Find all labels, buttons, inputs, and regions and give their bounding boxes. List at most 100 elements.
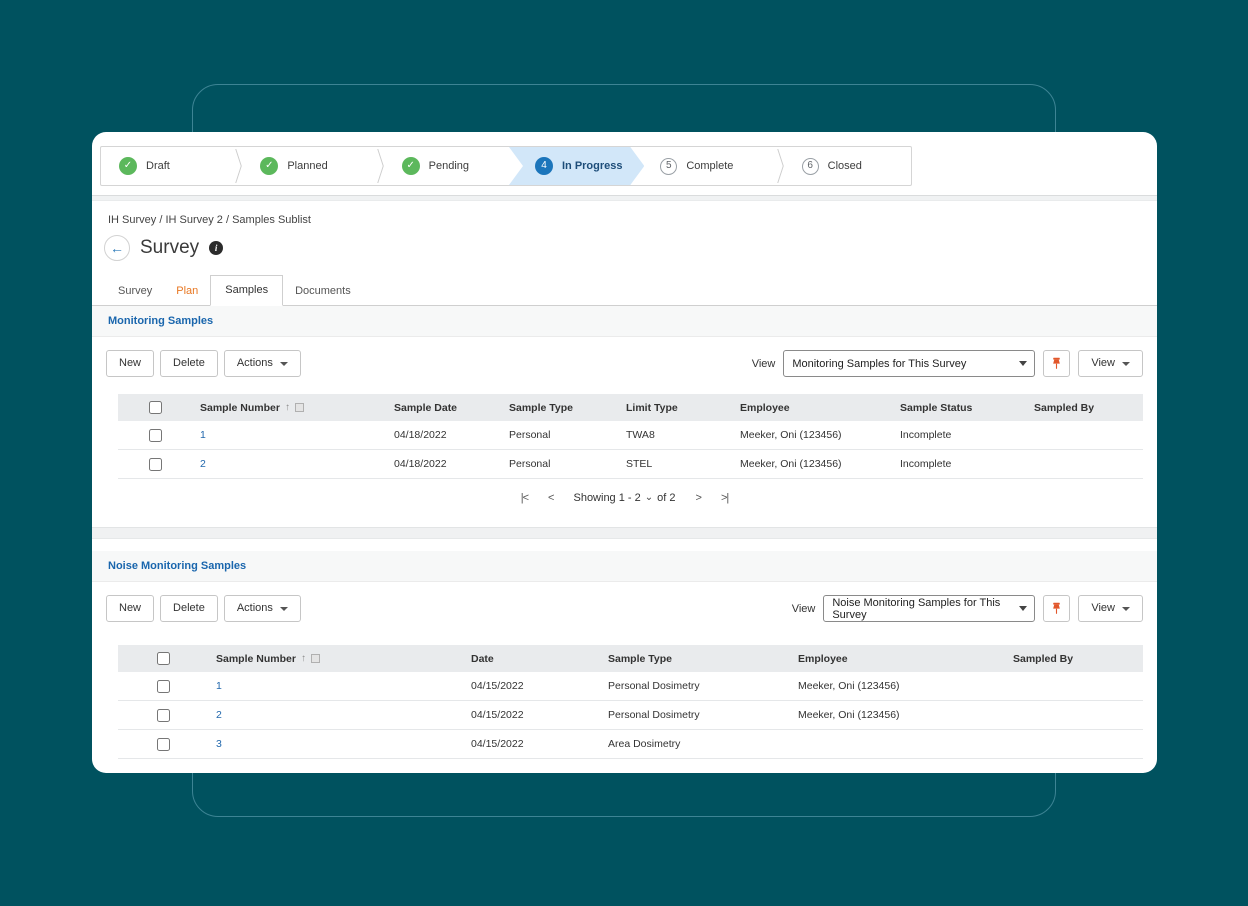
view-menu-label: View: [1091, 357, 1115, 370]
select-all-checkbox[interactable]: [149, 401, 162, 414]
row-checkbox[interactable]: [157, 709, 170, 722]
sort-asc-icon: ↑: [285, 402, 290, 413]
sort-asc-icon: ↑: [301, 653, 306, 664]
step-draft[interactable]: ✓ Draft: [101, 147, 228, 185]
row-checkbox[interactable]: [157, 738, 170, 751]
table-header-row: Sample Number ↑ Date Sample Type Employe…: [118, 645, 1143, 672]
page-title: Survey: [140, 237, 199, 259]
tab-survey[interactable]: Survey: [106, 277, 164, 306]
sample-number-link[interactable]: 3: [216, 738, 222, 750]
showing-range-dropdown[interactable]: Showing 1 - 2 ⌄ of 2: [573, 492, 675, 504]
chevron-down-icon: [1122, 607, 1130, 611]
pagination: |< < Showing 1 - 2 ⌄ of 2 > >|: [92, 479, 1157, 513]
select-all-checkbox[interactable]: [157, 652, 170, 665]
column-header-sample-status[interactable]: Sample Status: [892, 402, 1026, 414]
view-select[interactable]: Noise Monitoring Samples for This Survey: [823, 595, 1035, 622]
table-row: 2 04/15/2022 Personal Dosimetry Meeker, …: [118, 701, 1143, 730]
column-menu-icon[interactable]: [311, 654, 320, 663]
check-icon: ✓: [260, 157, 278, 175]
last-page-icon[interactable]: >|: [721, 492, 728, 504]
showing-total-label: of 2: [657, 492, 675, 504]
first-page-icon[interactable]: |<: [521, 492, 528, 504]
column-header-date[interactable]: Date: [463, 653, 600, 665]
view-menu-button[interactable]: View: [1078, 350, 1143, 377]
section-title-noise-monitoring-samples: Noise Monitoring Samples: [92, 551, 1157, 582]
tab-plan[interactable]: Plan: [164, 277, 210, 306]
cell-sample-type: Personal: [501, 429, 618, 441]
actions-button[interactable]: Actions: [224, 595, 301, 622]
previous-page-icon[interactable]: <: [548, 492, 553, 504]
tab-samples[interactable]: Samples: [210, 275, 283, 306]
chevron-down-icon: [1019, 606, 1027, 611]
new-button[interactable]: New: [106, 350, 154, 377]
view-select[interactable]: Monitoring Samples for This Survey: [783, 350, 1035, 377]
row-checkbox-cell: [118, 709, 208, 722]
chevron-down-icon: [1019, 361, 1027, 366]
info-icon[interactable]: i: [209, 241, 223, 255]
view-select-value: Noise Monitoring Samples for This Survey: [832, 597, 1013, 621]
step-complete[interactable]: 5 Complete: [642, 147, 769, 185]
next-page-icon[interactable]: >: [696, 492, 701, 504]
step-number-badge: 4: [535, 157, 553, 175]
cell-date: 04/15/2022: [463, 680, 600, 692]
table-row: 1 04/15/2022 Personal Dosimetry Meeker, …: [118, 672, 1143, 701]
row-checkbox[interactable]: [149, 429, 162, 442]
cell-sample-type: Personal Dosimetry: [600, 709, 790, 721]
column-header-employee[interactable]: Employee: [732, 402, 892, 414]
title-row: ← Survey i: [92, 226, 1157, 261]
column-header-sample-type[interactable]: Sample Type: [600, 653, 790, 665]
table-header-row: Sample Number ↑ Sample Date Sample Type …: [118, 394, 1143, 421]
cell-employee: Meeker, Oni (123456): [790, 680, 1005, 692]
sample-number-link[interactable]: 1: [200, 429, 206, 441]
cell-employee: Meeker, Oni (123456): [732, 429, 892, 441]
column-header-sample-number[interactable]: Sample Number ↑: [208, 653, 463, 665]
row-checkbox-cell: [118, 429, 192, 442]
view-menu-label: View: [1091, 602, 1115, 615]
column-header-sample-number[interactable]: Sample Number ↑: [192, 402, 386, 414]
pin-view-button[interactable]: [1043, 350, 1070, 377]
step-label: In Progress: [562, 160, 623, 172]
pin-icon: [1050, 357, 1063, 370]
step-in-progress[interactable]: 4 In Progress: [509, 147, 644, 185]
pin-icon: [1050, 602, 1063, 615]
column-header-sample-date[interactable]: Sample Date: [386, 402, 501, 414]
cell-sample-type: Personal Dosimetry: [600, 680, 790, 692]
view-select-value: Monitoring Samples for This Survey: [792, 358, 966, 370]
header-checkbox-cell: [118, 652, 208, 665]
row-checkbox[interactable]: [157, 680, 170, 693]
cell-date: 04/15/2022: [463, 709, 600, 721]
column-header-employee[interactable]: Employee: [790, 653, 1005, 665]
column-header-sampled-by[interactable]: Sampled By: [1005, 653, 1143, 665]
column-header-sampled-by[interactable]: Sampled By: [1026, 402, 1143, 414]
actions-button[interactable]: Actions: [224, 350, 301, 377]
step-pending[interactable]: ✓ Pending: [384, 147, 511, 185]
row-checkbox[interactable]: [149, 458, 162, 471]
breadcrumb[interactable]: IH Survey / IH Survey 2 / Samples Sublis…: [92, 201, 1157, 226]
sample-number-link[interactable]: 2: [216, 709, 222, 721]
cell-limit-type: STEL: [618, 458, 732, 470]
step-label: Closed: [828, 160, 862, 172]
showing-range-label: Showing 1 - 2: [573, 492, 640, 504]
step-separator-icon: [370, 149, 384, 183]
sample-number-link[interactable]: 2: [200, 458, 206, 470]
step-label: Draft: [146, 160, 170, 172]
cell-sample-date: 04/18/2022: [386, 429, 501, 441]
row-checkbox-cell: [118, 738, 208, 751]
cell-limit-type: TWA8: [618, 429, 732, 441]
column-header-sample-type[interactable]: Sample Type: [501, 402, 618, 414]
step-closed[interactable]: 6 Closed: [784, 147, 911, 185]
section-title-monitoring-samples: Monitoring Samples: [92, 306, 1157, 337]
pin-view-button[interactable]: [1043, 595, 1070, 622]
noise-samples-table: Sample Number ↑ Date Sample Type Employe…: [118, 645, 1143, 759]
sample-number-link[interactable]: 1: [216, 680, 222, 692]
back-button[interactable]: ←: [104, 235, 130, 261]
column-menu-icon[interactable]: [295, 403, 304, 412]
column-header-limit-type[interactable]: Limit Type: [618, 402, 732, 414]
step-planned[interactable]: ✓ Planned: [242, 147, 369, 185]
delete-button[interactable]: Delete: [160, 350, 218, 377]
view-menu-button[interactable]: View: [1078, 595, 1143, 622]
new-button[interactable]: New: [106, 595, 154, 622]
delete-button[interactable]: Delete: [160, 595, 218, 622]
step-number-badge: 5: [660, 158, 677, 175]
tab-documents[interactable]: Documents: [283, 277, 363, 306]
